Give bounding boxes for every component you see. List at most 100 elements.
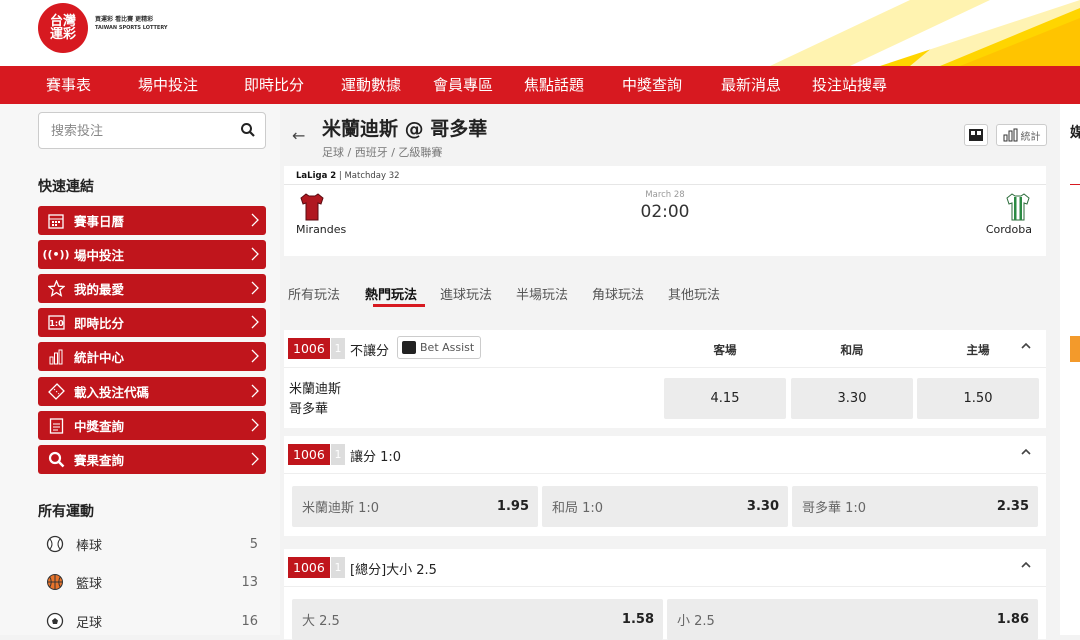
tab-goals[interactable]: 進球玩法	[440, 284, 492, 303]
odd-button-option[interactable]: 哥多華 1:0 2.35	[792, 486, 1038, 527]
col-draw: 和局	[840, 343, 864, 357]
quick-link-favorites[interactable]: 我的最愛	[38, 274, 266, 303]
bet-assist-icon	[402, 341, 416, 354]
bet-assist-button[interactable]: Bet Assist	[397, 336, 482, 359]
back-arrow-icon[interactable]: ←	[292, 126, 305, 145]
chevron-right-icon	[251, 349, 259, 363]
active-tab-indicator	[373, 304, 425, 307]
chevron-right-icon	[251, 247, 259, 261]
slogan-sub: TAIWAN SPORTS LOTTERY	[95, 25, 168, 31]
market-name: 讓分 1:0	[350, 450, 402, 465]
divider	[284, 184, 1046, 185]
nav-sports-data[interactable]: 運動數據	[341, 66, 401, 104]
quick-link-live-betting[interactable]: ((•)) 場中投注	[38, 240, 266, 269]
odd-label: 小 2.5	[677, 614, 715, 629]
odd-button-away[interactable]: 4.15	[664, 378, 786, 419]
market-header: 1006 1 [總分]大小 2.5	[284, 549, 1046, 587]
quick-link-winning-check[interactable]: 中獎查詢	[38, 411, 266, 440]
market-num: 1	[331, 444, 345, 465]
market-header: 1006 1 讓分 1:0	[284, 436, 1046, 474]
odd-button-over[interactable]: 大 2.5 1.58	[292, 599, 663, 640]
slogan-text: 買運彩 看比賽 更精彩	[95, 16, 154, 23]
broadcast-icon: ((•))	[42, 248, 70, 261]
chevron-up-icon[interactable]	[1020, 446, 1032, 458]
quick-links-title: 快速連結	[38, 179, 94, 195]
odd-button-under[interactable]: 小 2.5 1.86	[667, 599, 1038, 640]
tab-popular[interactable]: 熱門玩法	[365, 284, 417, 303]
market-header: 1006 1 不讓分 Bet Assist 客場 和局 主場	[284, 330, 1046, 368]
odd-value: 4.15	[710, 391, 740, 406]
search-input[interactable]	[39, 113, 229, 148]
nav-store-search[interactable]: 投注站搜尋	[812, 66, 887, 104]
odd-value: 3.30	[837, 391, 867, 406]
sport-item-baseball[interactable]: 棒球 5	[38, 529, 266, 559]
main-content: ← 米蘭迪斯 @ 哥多華 足球 / 西班牙 / 乙級聯賽 統計 LaLiga 2…	[280, 104, 1060, 640]
right-panel-edge: 媒	[1060, 104, 1080, 635]
brand-logo[interactable]: 台灣運彩	[38, 3, 88, 53]
svg-text:1:0: 1:0	[49, 319, 64, 328]
tab-all[interactable]: 所有玩法	[288, 284, 340, 303]
basketball-icon	[47, 574, 63, 590]
clipboard-icon	[46, 417, 66, 435]
quick-link-live-scores[interactable]: 1:0 即時比分	[38, 308, 266, 337]
match-time: 02:00	[640, 202, 690, 222]
quick-link-label: 載入投注代碼	[74, 385, 150, 400]
nav-schedule[interactable]: 賽事表	[46, 66, 91, 104]
odd-value: 2.35	[996, 499, 1029, 514]
bet-assist-label: Bet Assist	[420, 341, 475, 354]
away-team-name: Cordoba	[985, 223, 1032, 236]
breadcrumb: 足球 / 西班牙 / 乙級聯賽	[322, 146, 443, 159]
nav-topics[interactable]: 焦點話題	[524, 66, 584, 104]
odd-value: 1.58	[621, 612, 654, 627]
team-list: 米蘭迪斯 哥多華	[289, 380, 341, 420]
scoreboard-icon: 1:0	[46, 314, 66, 332]
nav-live-betting[interactable]: 場中投注	[138, 66, 198, 104]
scoreboard-button[interactable]	[964, 124, 988, 146]
quick-link-label: 場中投注	[74, 248, 125, 263]
orange-tab[interactable]	[1070, 336, 1080, 362]
nav-member[interactable]: 會員專區	[433, 66, 493, 104]
odd-button-option[interactable]: 米蘭迪斯 1:0 1.95	[292, 486, 538, 527]
league-name: LaLiga 2	[296, 171, 337, 181]
baseball-icon	[46, 535, 64, 553]
quick-link-load-code[interactable]: 載入投注代碼	[38, 377, 266, 406]
col-away: 客場	[713, 343, 737, 357]
sport-count: 16	[241, 613, 258, 629]
quick-link-results[interactable]: 賽果查詢	[38, 445, 266, 474]
odd-button-home[interactable]: 1.50	[917, 378, 1039, 419]
search-icon[interactable]	[240, 122, 256, 138]
search-icon	[46, 451, 66, 469]
nav-live-scores[interactable]: 即時比分	[244, 66, 304, 104]
sport-name: 棒球	[76, 538, 103, 554]
tab-corners[interactable]: 角球玩法	[592, 284, 644, 303]
tab-other[interactable]: 其他玩法	[668, 284, 720, 303]
nav-winning-check[interactable]: 中獎查詢	[622, 66, 682, 104]
quick-link-calendar[interactable]: 賽事日曆	[38, 206, 266, 235]
nav-news[interactable]: 最新消息	[721, 66, 781, 104]
quick-link-label: 中獎查詢	[74, 419, 125, 434]
chevron-up-icon[interactable]	[1020, 340, 1032, 352]
header-decoration	[770, 0, 1080, 66]
odd-button-option[interactable]: 和局 1:0 3.30	[542, 486, 788, 527]
calendar-icon	[46, 212, 66, 230]
home-jersey-icon	[300, 193, 324, 221]
chevron-up-icon[interactable]	[1020, 559, 1032, 571]
odd-button-draw[interactable]: 3.30	[791, 378, 913, 419]
market-name: [總分]大小 2.5	[350, 563, 437, 578]
sport-item-basketball[interactable]: 籃球 13	[38, 567, 266, 597]
stats-button[interactable]: 統計	[996, 124, 1047, 146]
sport-name: 足球	[76, 615, 103, 631]
sport-item-soccer[interactable]: 足球 16	[38, 606, 266, 636]
main-nav: 賽事表 場中投注 即時比分 運動數據 會員專區 焦點話題 中獎查詢 最新消息 投…	[0, 66, 1080, 104]
sidebar: 快速連結 賽事日曆 ((•)) 場中投注 我的最愛 1:0 即時比分 統計中心 …	[0, 104, 280, 635]
right-panel-label: 媒	[1070, 125, 1080, 141]
soccer-ball-icon	[46, 612, 64, 630]
odd-label: 和局 1:0	[552, 501, 604, 516]
top-header: 台灣運彩 買運彩 看比賽 更精彩 TAIWAN SPORTS LOTTERY	[0, 0, 1080, 66]
bar-chart-icon	[1003, 128, 1017, 142]
quick-link-stats[interactable]: 統計中心	[38, 342, 266, 371]
market-moneyline: 1006 1 不讓分 Bet Assist 客場 和局 主場 米蘭迪斯 哥多華 …	[284, 330, 1046, 428]
away-jersey-icon	[1006, 193, 1030, 221]
tab-half[interactable]: 半場玩法	[516, 284, 568, 303]
quick-link-label: 即時比分	[74, 316, 125, 331]
